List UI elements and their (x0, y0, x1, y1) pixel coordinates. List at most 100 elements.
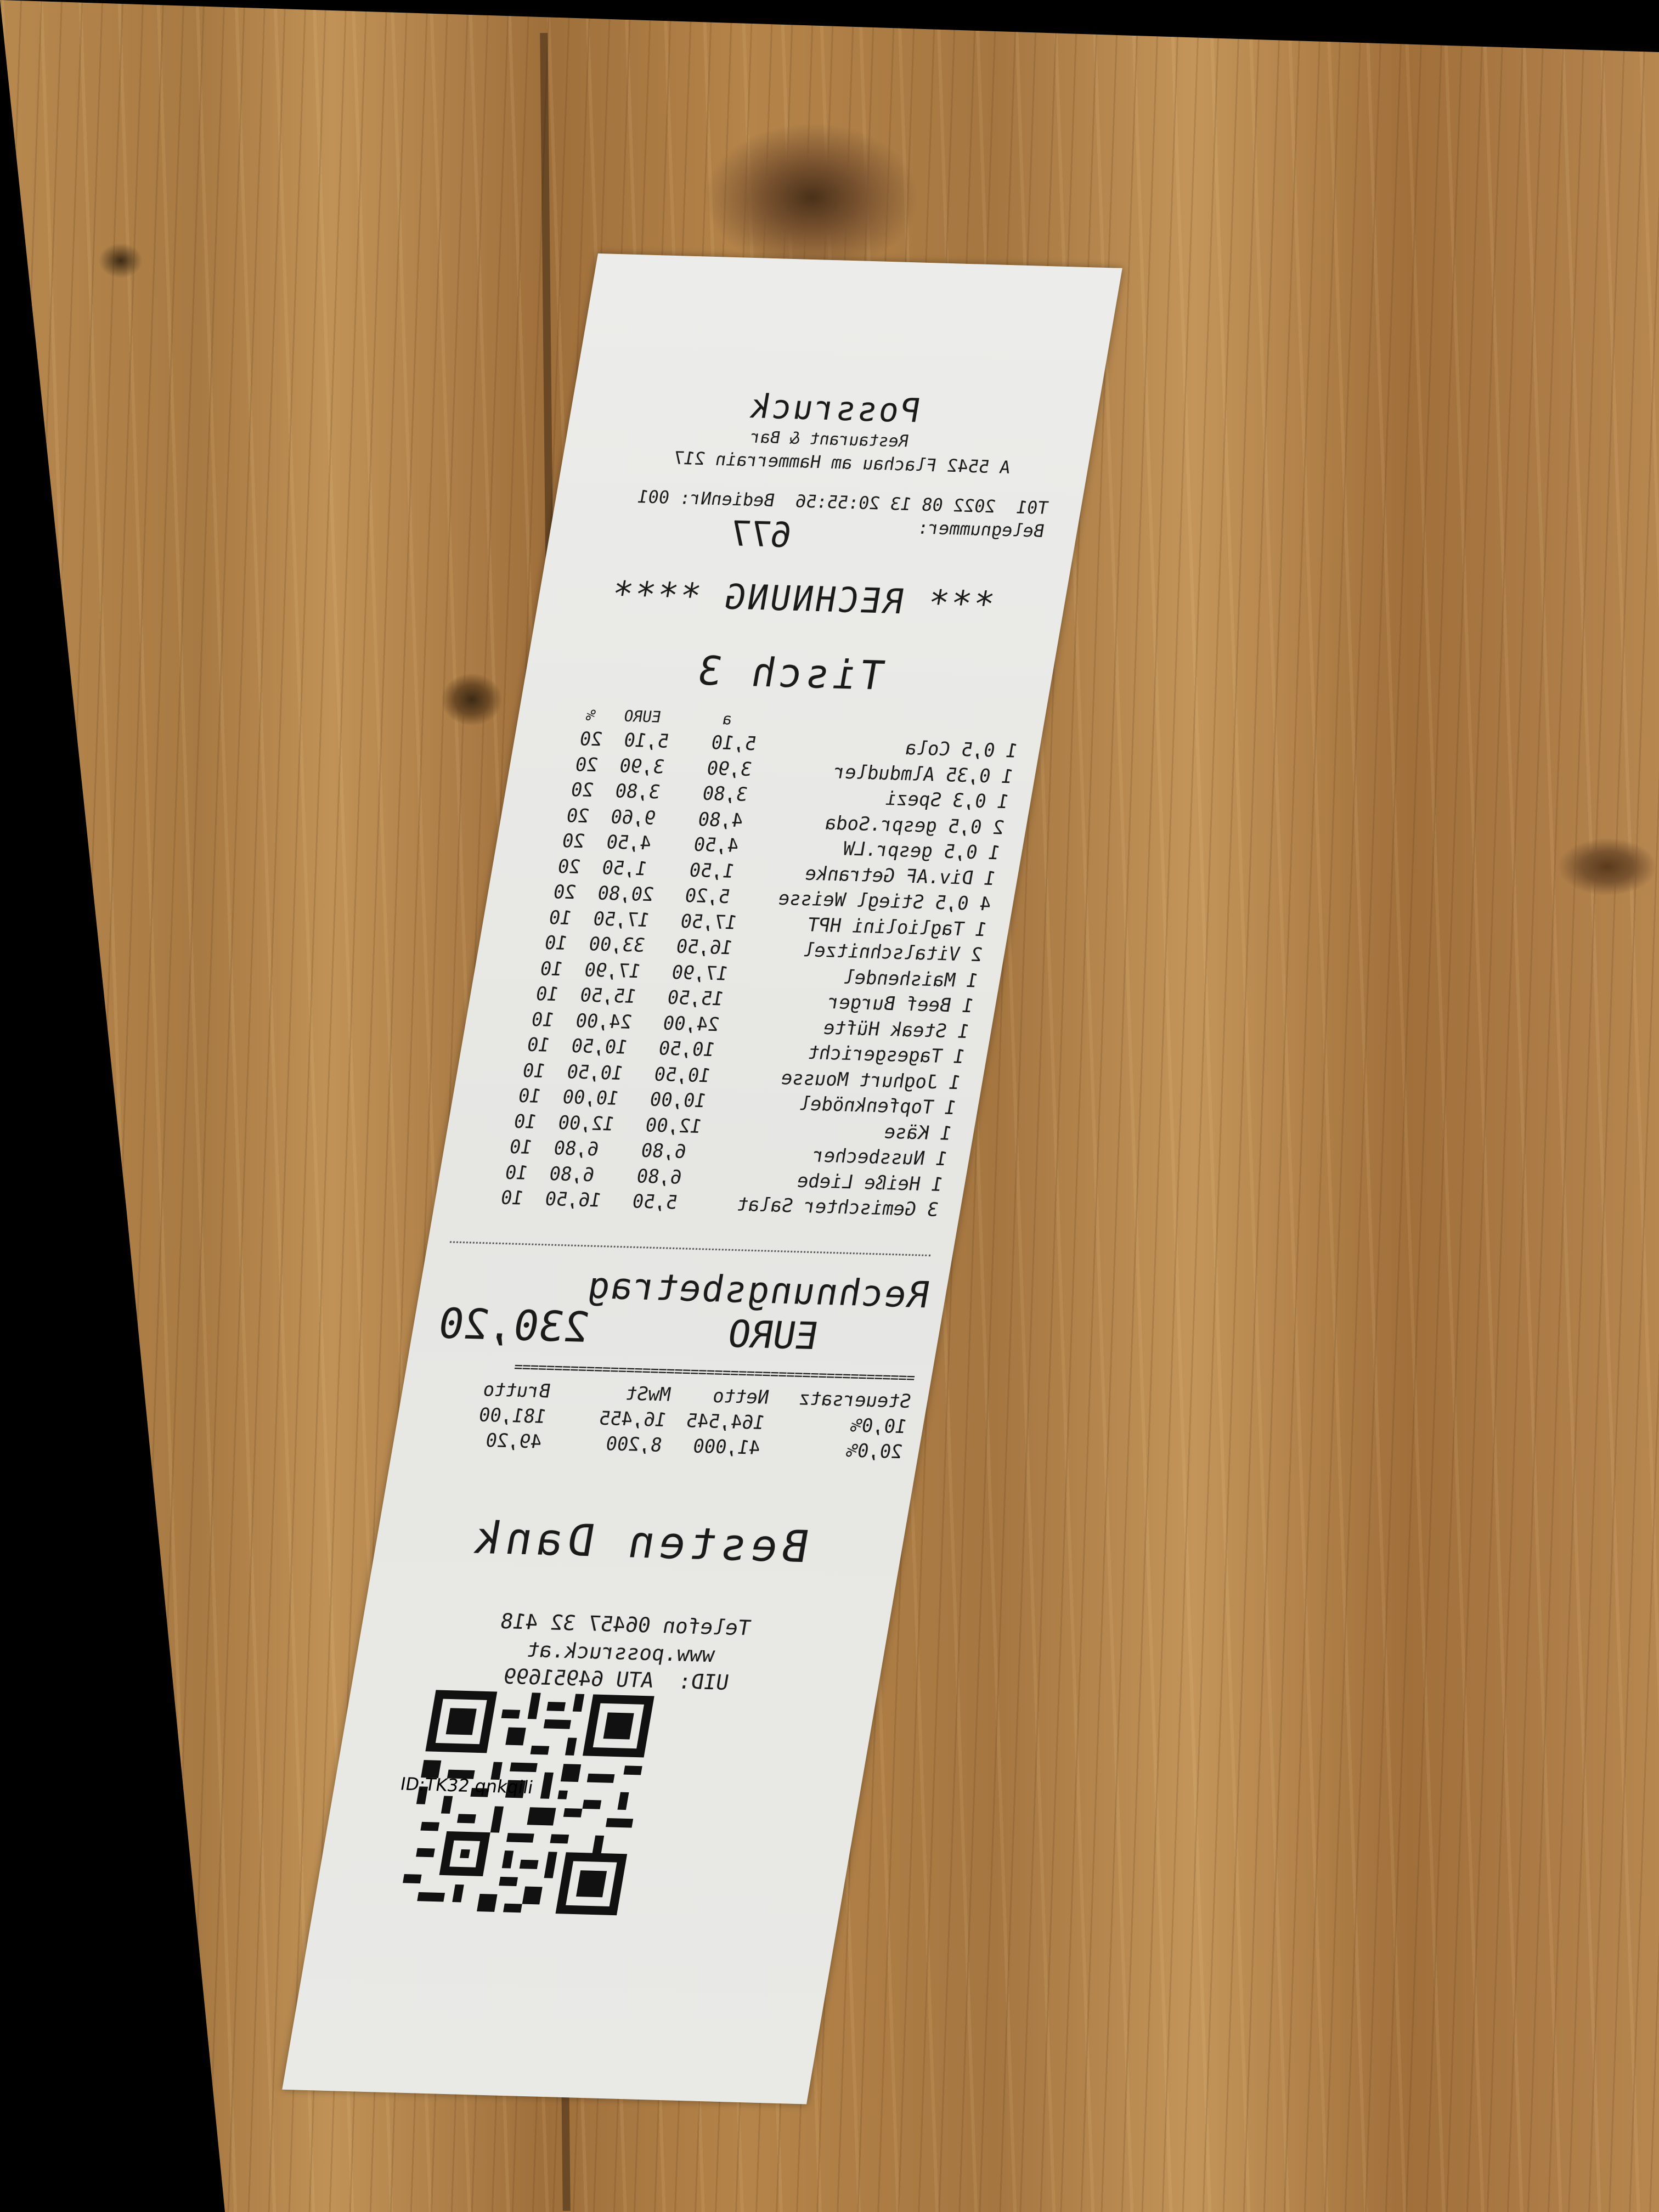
qr-code (398, 1690, 654, 1916)
tax-rate: 20,0% (844, 1440, 904, 1464)
item-pct: 20 (573, 753, 600, 776)
invoice-heading: *** RECHNUNG **** (606, 573, 997, 624)
item-pct: 20 (578, 727, 605, 751)
tax-rate-header: Steuersatz (797, 1387, 913, 1413)
item-price: 3,80 (701, 782, 749, 806)
beleg-number: 677 (726, 513, 795, 556)
item-pct: 10 (525, 1034, 552, 1057)
item-price: 12,00 (644, 1114, 704, 1138)
item-pct: 20 (565, 804, 591, 827)
item-pct: 10 (521, 1059, 548, 1082)
item-pct: 10 (547, 906, 574, 929)
item-pct: 20 (551, 881, 578, 904)
item-name: 2 0,5 gespr.Soda (823, 811, 1006, 839)
item-price: 6,80 (639, 1139, 688, 1163)
item-euro: 16,50 (543, 1188, 603, 1212)
total-label: Rechnungsbetrag (583, 1264, 933, 1317)
column-pct-header: % (584, 706, 597, 725)
item-name: 1 Heiße Liebe (795, 1170, 945, 1196)
item-euro: 1,50 (600, 856, 649, 880)
item-name: 1 0,5 Cola (904, 737, 1019, 763)
item-euro: 5,10 (622, 729, 671, 753)
item-euro: 20,80 (596, 882, 656, 906)
divider (449, 1241, 931, 1256)
item-price: 5,50 (630, 1190, 679, 1214)
tax-net: 41,000 (691, 1435, 763, 1459)
item-price: 24,00 (661, 1012, 721, 1036)
item-pct: 10 (538, 957, 565, 980)
item-name: 1 Joghurt Mousse (779, 1066, 962, 1094)
item-name: 1 Tagliolini HPT (805, 913, 989, 941)
item-name: 2 Vitalschnitzel (801, 939, 984, 967)
item-pct: 10 (534, 983, 561, 1006)
tax-rate: 10,0% (849, 1414, 909, 1438)
item-euro: 17,90 (583, 958, 642, 983)
tax-vat-header: MwSt (624, 1383, 673, 1406)
item-euro: 12,00 (556, 1111, 616, 1136)
item-price: 4,80 (696, 808, 745, 832)
tax-gross: 181,00 (477, 1404, 548, 1428)
item-name: 1 0,5 gespr.LW (841, 838, 1002, 865)
tax-net: 164,545 (684, 1409, 766, 1434)
item-name: 1 0,3 Spezi (883, 788, 1011, 814)
item-euro: 3,90 (618, 754, 667, 778)
item-name: 1 Steak Hüfte (821, 1017, 971, 1043)
column-euro-header: EURO (622, 707, 663, 726)
tax-vat: 16,455 (597, 1407, 668, 1431)
item-name: 1 Maishendel (842, 966, 980, 992)
item-pct: 10 (507, 1136, 534, 1159)
item-pct: 10 (512, 1110, 539, 1133)
item-price: 5,20 (683, 884, 732, 908)
item-euro: 10,00 (561, 1086, 620, 1110)
item-price: 5,10 (709, 731, 758, 755)
beleg-label: Belegnummer: (916, 517, 1046, 541)
item-pct: 10 (529, 1008, 556, 1031)
item-pct: 20 (569, 778, 596, 802)
total-value: 230,20 (435, 1299, 593, 1352)
tax-gross: 49,20 (484, 1429, 544, 1453)
item-name: 1 Beef Burger (826, 991, 975, 1018)
item-euro: 17,50 (591, 907, 651, 932)
tax-gross-header: Brutto (481, 1379, 552, 1403)
item-price: 16,50 (674, 935, 735, 960)
item-pct: 10 (516, 1085, 543, 1108)
table-number: Tisch 3 (691, 647, 888, 699)
item-price: 10,50 (652, 1063, 713, 1087)
item-euro: 9,60 (609, 805, 658, 829)
item-price: 1,50 (687, 859, 736, 883)
item-name: 1 0,35 Almdudler (832, 760, 1015, 788)
item-price: 15,50 (665, 986, 726, 1011)
item-pct: 20 (560, 830, 587, 853)
item-price: 17,50 (679, 910, 739, 934)
item-euro: 6,80 (552, 1137, 601, 1161)
item-euro: 15,50 (578, 984, 638, 1008)
item-euro: 24,00 (574, 1009, 634, 1034)
datetime-line: T01 2022 08 13 20:55:56 BedienNr: 001 (636, 486, 1050, 518)
item-pct: 20 (556, 855, 583, 878)
item-name: 1 Nussbecher (811, 1144, 949, 1171)
column-price-header: a (721, 710, 733, 729)
item-price: 4,50 (692, 833, 741, 857)
tax-vat: 8,200 (604, 1432, 664, 1457)
item-price: 17,90 (670, 961, 730, 985)
item-euro: 6,80 (548, 1163, 596, 1186)
item-euro: 3,80 (613, 780, 662, 804)
item-name: 1 Käse (882, 1121, 953, 1145)
item-price: 3,90 (705, 757, 754, 781)
item-price: 6,80 (635, 1165, 684, 1189)
receipt-id: ID:TK32 qnkqili (398, 1773, 535, 1798)
item-pct: 10 (543, 932, 569, 955)
item-euro: 33,00 (587, 933, 647, 957)
total-currency: EURO (724, 1312, 822, 1358)
item-euro: 4,50 (605, 831, 653, 855)
tax-net-header: Netto (711, 1385, 771, 1409)
item-price: 10,00 (648, 1088, 708, 1113)
item-name: 1 Topfenknödel (797, 1093, 958, 1120)
thank-you-message: Besten Dank (466, 1511, 813, 1573)
item-price: 10,50 (657, 1037, 717, 1062)
item-euro: 10,50 (569, 1035, 629, 1059)
item-name: 1 Tagesgericht (806, 1042, 967, 1069)
item-pct: 10 (499, 1187, 526, 1210)
item-euro: 10,50 (565, 1060, 625, 1085)
item-pct: 10 (503, 1161, 530, 1184)
